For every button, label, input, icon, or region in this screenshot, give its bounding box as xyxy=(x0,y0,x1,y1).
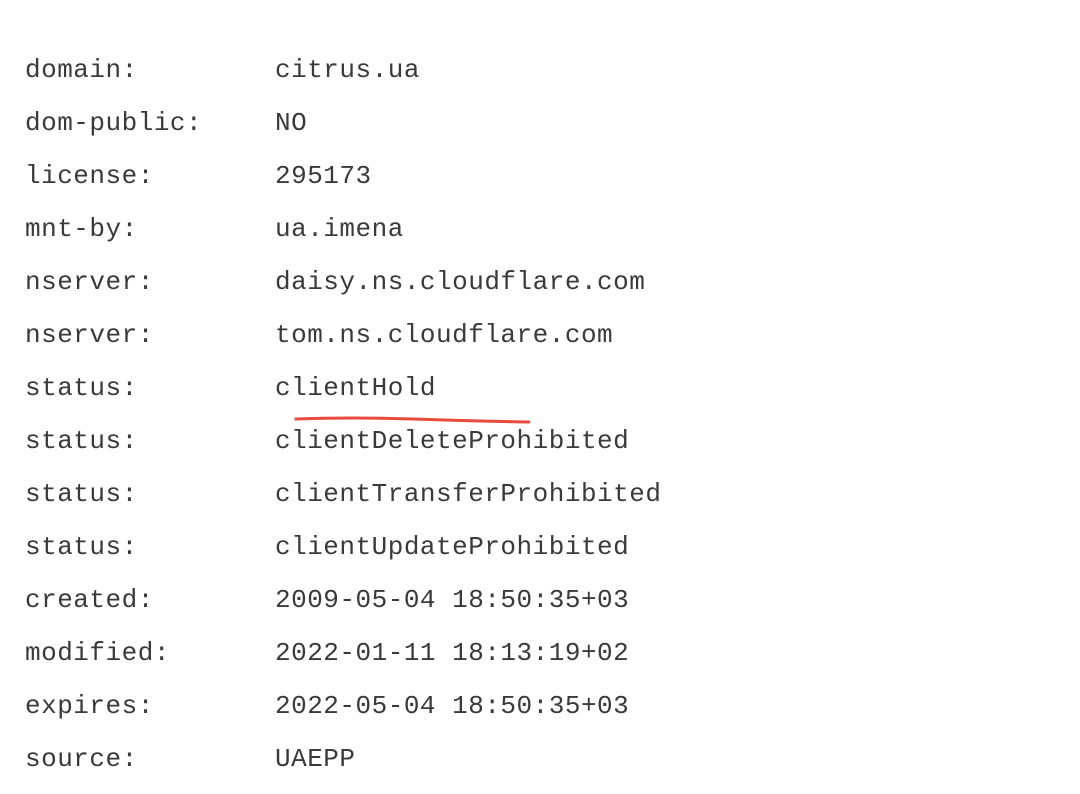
whois-row: source:UAEPP xyxy=(25,744,1055,774)
whois-label: expires: xyxy=(25,691,275,721)
whois-row: mnt-by:ua.imena xyxy=(25,214,1055,244)
whois-value: clientUpdateProhibited xyxy=(275,532,1055,562)
whois-label: license: xyxy=(25,161,275,191)
whois-label: status: xyxy=(25,426,275,456)
whois-record: domain:citrus.uadom-public:NOlicense:295… xyxy=(25,55,1055,774)
whois-row: nserver:daisy.ns.cloudflare.com xyxy=(25,267,1055,297)
whois-label: modified: xyxy=(25,638,275,668)
whois-value: citrus.ua xyxy=(275,55,1055,85)
whois-label: created: xyxy=(25,585,275,615)
whois-value: 2009-05-04 18:50:35+03 xyxy=(275,585,1055,615)
whois-label: nserver: xyxy=(25,267,275,297)
whois-row: nserver:tom.ns.cloudflare.com xyxy=(25,320,1055,350)
whois-label: status: xyxy=(25,532,275,562)
whois-row: status:clientTransferProhibited xyxy=(25,479,1055,509)
whois-value: 2022-05-04 18:50:35+03 xyxy=(275,691,1055,721)
whois-row: created:2009-05-04 18:50:35+03 xyxy=(25,585,1055,615)
whois-row: modified:2022-01-11 18:13:19+02 xyxy=(25,638,1055,668)
whois-value: daisy.ns.cloudflare.com xyxy=(275,267,1055,297)
whois-value: 295173 xyxy=(275,161,1055,191)
whois-label: domain: xyxy=(25,55,275,85)
whois-value: ua.imena xyxy=(275,214,1055,244)
whois-label: source: xyxy=(25,744,275,774)
whois-label: nserver: xyxy=(25,320,275,350)
whois-value: clientDeleteProhibited xyxy=(275,426,1055,456)
whois-label: mnt-by: xyxy=(25,214,275,244)
whois-row: expires:2022-05-04 18:50:35+03 xyxy=(25,691,1055,721)
whois-row: status:clientUpdateProhibited xyxy=(25,532,1055,562)
whois-value: tom.ns.cloudflare.com xyxy=(275,320,1055,350)
whois-label: dom-public: xyxy=(25,108,275,138)
whois-row: license:295173 xyxy=(25,161,1055,191)
whois-row: status:clientDeleteProhibited xyxy=(25,426,1055,456)
whois-value: clientTransferProhibited xyxy=(275,479,1055,509)
whois-value: 2022-01-11 18:13:19+02 xyxy=(275,638,1055,668)
whois-value: NO xyxy=(275,108,1055,138)
whois-row: status:clientHold xyxy=(25,373,1055,403)
whois-value: UAEPP xyxy=(275,744,1055,774)
highlight-underline xyxy=(293,403,533,413)
whois-row: dom-public:NO xyxy=(25,108,1055,138)
whois-label: status: xyxy=(25,479,275,509)
whois-value: clientHold xyxy=(275,373,1055,403)
whois-label: status: xyxy=(25,373,275,403)
whois-row: domain:citrus.ua xyxy=(25,55,1055,85)
